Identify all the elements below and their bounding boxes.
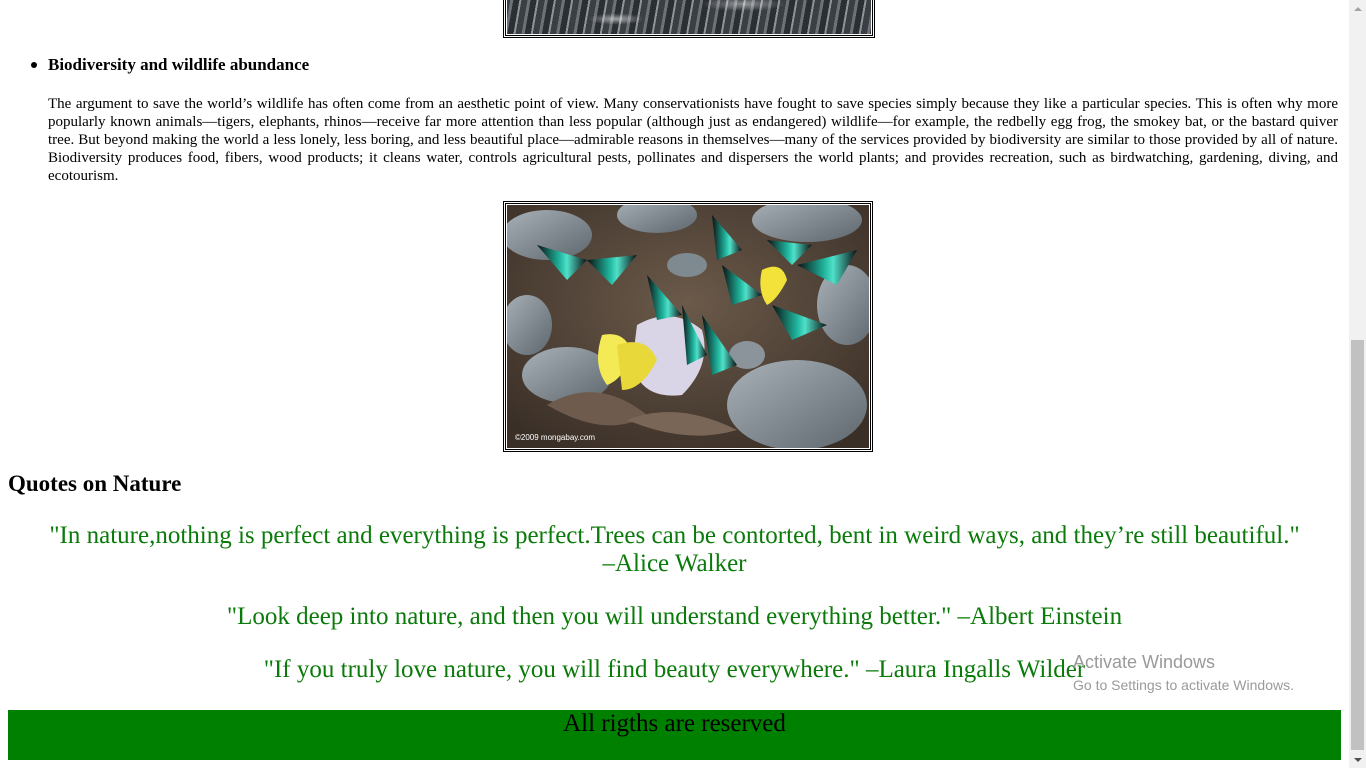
bullet-icon <box>31 62 37 68</box>
section-paragraph: The argument to save the world’s wildlif… <box>48 96 1338 184</box>
scroll-up-arrow-icon <box>1353 6 1362 11</box>
waterfall-image <box>503 0 875 38</box>
scroll-down-arrow-icon <box>1353 757 1362 762</box>
quote-laura-ingalls-wilder: "If you truly love nature, you will find… <box>263 656 1086 683</box>
image-credit: ©2009 mongabay.com <box>515 433 595 442</box>
butterflies-picture: ©2009 mongabay.com <box>507 205 869 448</box>
quote-albert-einstein: "Look deep into nature, and then you wil… <box>226 603 1123 630</box>
scroll-up-button[interactable] <box>1349 0 1366 17</box>
scroll-thumb[interactable] <box>1351 340 1364 750</box>
footer-text: All rigths are reserved <box>563 710 786 737</box>
footer: All rigths are reserved <box>8 710 1341 760</box>
list-item-biodiversity: Biodiversity and wildlife abundance The … <box>31 55 1338 184</box>
page: Biodiversity and wildlife abundance The … <box>0 0 1349 768</box>
butterflies-image: ©2009 mongabay.com <box>503 201 873 452</box>
waterfall-picture <box>507 0 871 34</box>
vertical-scrollbar[interactable] <box>1349 0 1366 768</box>
quote-alice-walker: "In nature,nothing is perfect and everyt… <box>49 522 1300 577</box>
quotes-heading: Quotes on Nature <box>8 471 182 496</box>
section-heading: Biodiversity and wildlife abundance <box>48 55 310 74</box>
scroll-down-button[interactable] <box>1349 751 1366 768</box>
